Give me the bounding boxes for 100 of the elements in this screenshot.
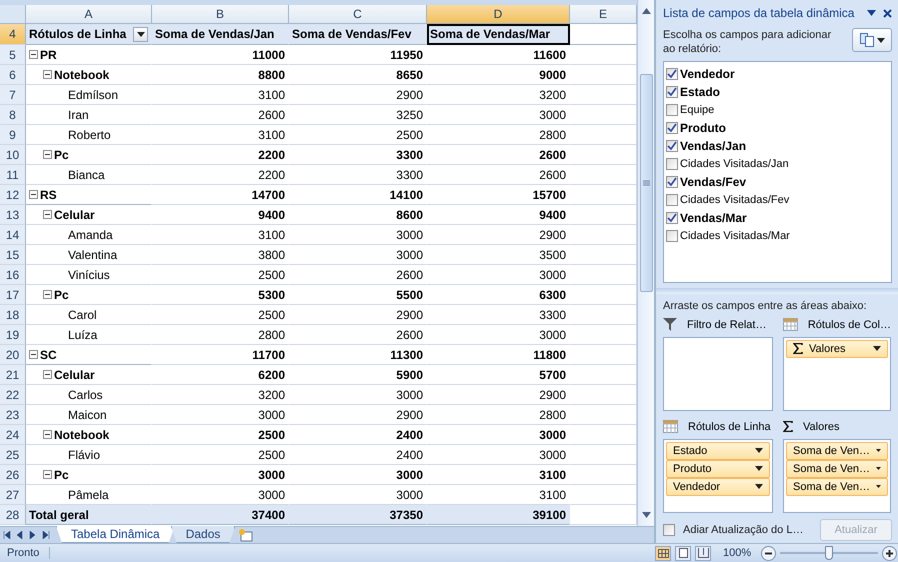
table-cell: 14100 — [289, 185, 427, 205]
table-cell: 2900 — [289, 85, 427, 105]
checkbox[interactable] — [666, 140, 678, 152]
column-header[interactable]: A — [26, 5, 152, 24]
page-layout-button[interactable] — [675, 546, 691, 560]
table-cell: 2600 — [289, 325, 427, 345]
new-sheet-icon[interactable] — [238, 528, 254, 542]
field-chip[interactable]: Soma de Ven… — [786, 442, 888, 460]
zoom-percent[interactable]: 100% — [723, 547, 752, 559]
collapse-toggle[interactable] — [43, 430, 52, 439]
checkbox[interactable] — [666, 212, 678, 224]
table-cell: 2800 — [427, 125, 570, 145]
field-chip[interactable]: Soma de Ven… — [786, 478, 888, 496]
row-number: 19 — [0, 325, 26, 345]
zoom-in-button[interactable] — [882, 546, 898, 560]
table-cell: 2500 — [152, 265, 289, 285]
layout-button[interactable] — [852, 28, 892, 52]
sigma-icon — [783, 421, 793, 432]
header-label: Rótulos de Linha — [29, 27, 126, 41]
close-icon[interactable] — [883, 8, 892, 18]
table-cell: 5500 — [289, 285, 427, 305]
table-cell: 3100 — [152, 225, 289, 245]
checkbox[interactable] — [666, 158, 678, 170]
field-item[interactable]: Cidades Visitadas/Jan — [666, 154, 889, 173]
drop-area[interactable]: Soma de Ven… Soma de Ven… Soma de Ven… — [783, 438, 891, 513]
sheet-tab[interactable]: Dados — [170, 526, 236, 543]
checkbox[interactable] — [666, 68, 678, 80]
checkbox[interactable] — [666, 176, 678, 188]
column-header[interactable]: D — [427, 5, 570, 24]
checkbox[interactable] — [666, 230, 678, 242]
checkbox[interactable] — [663, 524, 675, 536]
collapse-toggle[interactable] — [29, 190, 38, 199]
field-chip[interactable]: Produto — [666, 460, 770, 478]
field-item[interactable]: Produto — [666, 118, 889, 137]
field-item[interactable]: Vendas/Mar — [666, 208, 889, 227]
row-label: Pc — [54, 148, 69, 162]
checkbox[interactable] — [666, 122, 678, 134]
column-header[interactable]: C — [289, 5, 427, 24]
collapse-toggle[interactable] — [43, 290, 52, 299]
row-number: 5 — [0, 45, 26, 65]
page-break-button[interactable] — [695, 546, 711, 560]
column-header[interactable]: B — [152, 5, 289, 24]
table-grid-icon — [663, 420, 678, 434]
row-label: PR — [40, 48, 57, 62]
table-cell: 2800 — [427, 405, 570, 425]
filter-dropdown-button[interactable] — [133, 26, 148, 42]
zoom-slider-thumb[interactable] — [825, 546, 834, 560]
field-item[interactable]: Vendas/Fev — [666, 172, 889, 191]
collapse-toggle[interactable] — [43, 470, 52, 479]
collapse-toggle[interactable] — [43, 370, 52, 379]
scroll-up-icon[interactable] — [642, 8, 650, 14]
row-label: Edmílson — [68, 88, 118, 102]
table-cell: 3000 — [152, 465, 289, 485]
header-cell: Soma de Vendas/Fev — [289, 24, 427, 45]
field-chip[interactable]: Soma de Ven… — [786, 460, 888, 478]
sheet-tab[interactable]: Tabela Dinâmica — [56, 526, 175, 543]
row-label: Luíza — [68, 328, 98, 342]
zoom-out-button[interactable] — [761, 546, 776, 560]
table-cell: 15700 — [427, 185, 570, 205]
drop-area[interactable]: Valores — [783, 336, 891, 411]
table-cell: 9400 — [152, 205, 289, 225]
field-item[interactable]: Cidades Visitadas/Fev — [666, 190, 889, 209]
scrollbar-thumb[interactable] — [640, 74, 652, 292]
row-number: 25 — [0, 445, 26, 465]
collapse-toggle[interactable] — [43, 70, 52, 79]
field-item[interactable]: Vendedor — [666, 64, 889, 83]
field-chip[interactable]: Valores — [786, 340, 888, 358]
field-chip[interactable]: Vendedor — [666, 478, 770, 496]
row-label: Maicon — [68, 408, 107, 422]
row-number: 8 — [0, 105, 26, 125]
sheet-nav-icon[interactable] — [2, 531, 10, 539]
table-cell: 3000 — [289, 225, 427, 245]
checkbox[interactable] — [666, 86, 678, 98]
table-cell: 37350 — [289, 505, 427, 525]
field-item[interactable]: Vendas/Jan — [666, 136, 889, 155]
row-label: Celular — [54, 368, 95, 382]
checkbox[interactable] — [666, 104, 678, 116]
collapse-toggle[interactable] — [43, 150, 52, 159]
collapse-toggle[interactable] — [43, 210, 52, 219]
row-label: Amanda — [68, 228, 113, 242]
collapse-toggle[interactable] — [29, 50, 38, 59]
minus-icon — [44, 151, 51, 158]
sheet-nav-icon[interactable] — [42, 531, 50, 539]
table-cell: 3250 — [289, 105, 427, 125]
column-header[interactable]: E — [570, 5, 637, 24]
checkbox[interactable] — [666, 194, 678, 206]
field-chip[interactable]: Estado — [666, 442, 770, 460]
field-item[interactable]: Equipe — [666, 100, 889, 119]
row-number: 13 — [0, 205, 26, 225]
field-item[interactable]: Estado — [666, 82, 889, 101]
collapse-toggle[interactable] — [29, 350, 38, 359]
scroll-down-icon[interactable] — [642, 512, 650, 518]
row-number: 15 — [0, 245, 26, 265]
drop-area[interactable]: Estado Produto Vendedor — [663, 438, 773, 513]
table-cell: 2900 — [427, 385, 570, 405]
field-item[interactable]: Cidades Visitadas/Mar — [666, 226, 889, 245]
row-number: 28 — [0, 505, 26, 525]
normal-view-button[interactable] — [655, 546, 671, 560]
table-cell: 2900 — [427, 225, 570, 245]
dropdown-icon[interactable] — [867, 10, 876, 16]
